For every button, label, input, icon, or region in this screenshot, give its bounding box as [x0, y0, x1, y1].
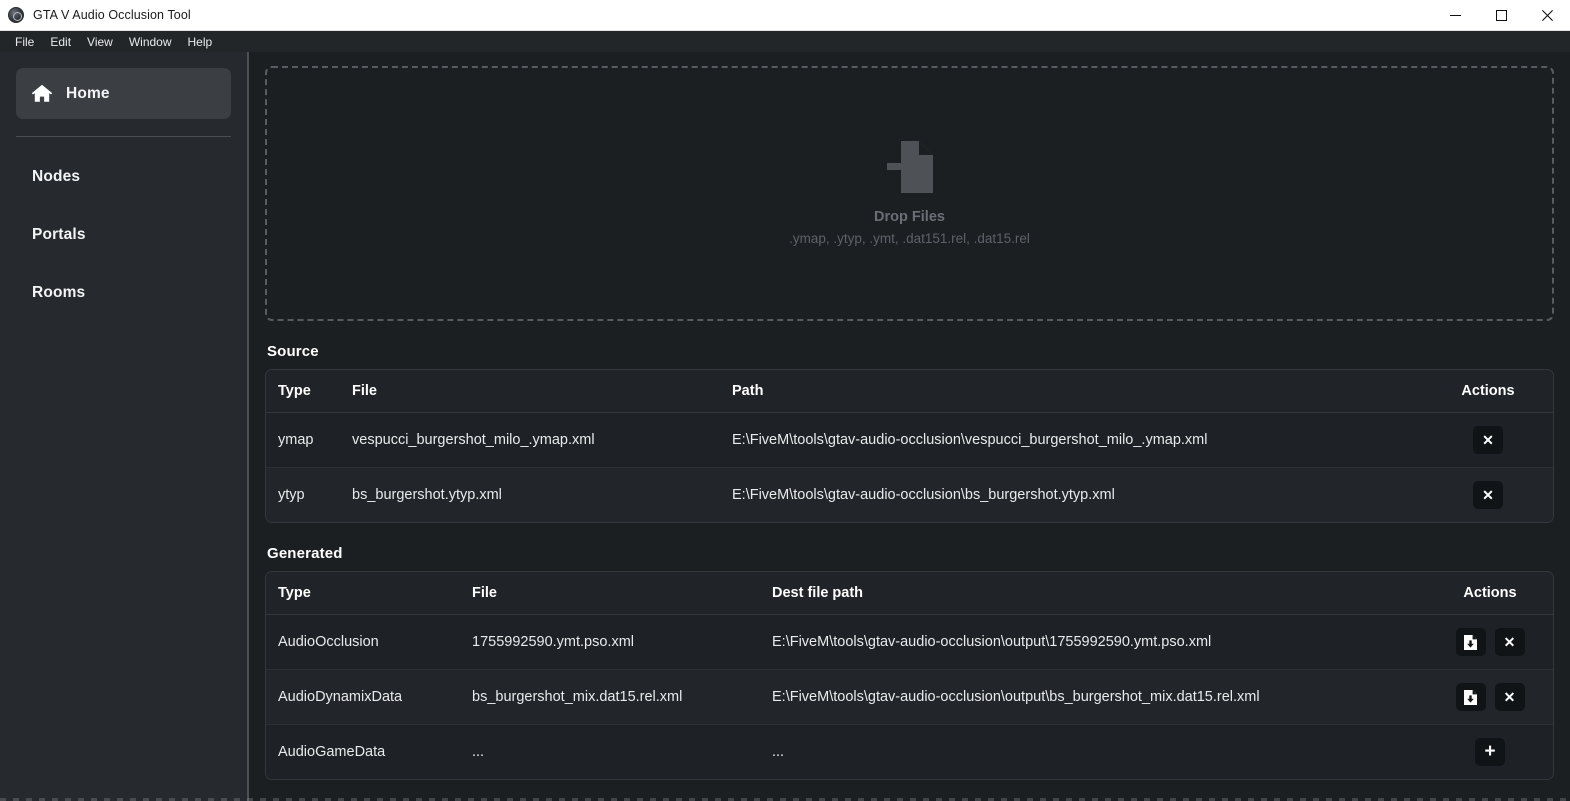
- sidebar-item-portals[interactable]: Portals: [16, 209, 231, 260]
- table-row: AudioDynamixData bs_burgershot_mix.dat15…: [266, 669, 1553, 725]
- sidebar: Home Nodes Portals Rooms: [0, 52, 249, 801]
- sidebar-item-nodes[interactable]: Nodes: [16, 151, 231, 202]
- generated-row-path: ...: [760, 724, 1427, 779]
- source-row-path: E:\FiveM\tools\gtav-audio-occlusion\bs_b…: [720, 467, 1423, 522]
- source-col-type: Type: [266, 370, 340, 413]
- generated-row-file: 1755992590.ymt.pso.xml: [460, 614, 760, 670]
- save-file-button[interactable]: [1455, 683, 1486, 711]
- source-row-actions: ✕: [1423, 412, 1553, 468]
- generated-section-title: Generated: [267, 545, 343, 562]
- close-x-icon: ✕: [1503, 634, 1516, 650]
- source-row-path: E:\FiveM\tools\gtav-audio-occlusion\vesp…: [720, 412, 1423, 468]
- generated-row-type: AudioDynamixData: [266, 669, 460, 725]
- action-group: ✕: [1439, 628, 1541, 656]
- generated-col-type: Type: [266, 572, 460, 615]
- close-button[interactable]: [1524, 0, 1570, 31]
- menu-file[interactable]: File: [7, 33, 42, 51]
- table-row: ytyp bs_burgershot.ytyp.xml E:\FiveM\too…: [266, 467, 1553, 522]
- file-download-icon: [1464, 634, 1477, 650]
- action-group: ✕: [1439, 683, 1541, 711]
- add-generated-button[interactable]: +: [1475, 738, 1505, 766]
- source-row-file: vespucci_burgershot_milo_.ymap.xml: [340, 412, 720, 468]
- generated-row-type: AudioGameData: [266, 724, 460, 779]
- close-x-icon: ✕: [1482, 487, 1494, 503]
- source-table-body: ymap vespucci_burgershot_milo_.ymap.xml …: [266, 412, 1553, 522]
- source-row-file: bs_burgershot.ytyp.xml: [340, 467, 720, 522]
- source-table-head: Type File Path Actions: [266, 370, 1553, 413]
- generated-row-file: bs_burgershot_mix.dat15.rel.xml: [460, 669, 760, 725]
- generated-row-type: AudioOcclusion: [266, 614, 460, 670]
- table-row: AudioGameData ... ... +: [266, 724, 1553, 779]
- home-icon: [32, 84, 52, 104]
- generated-row-actions: +: [1427, 724, 1553, 779]
- generated-row-actions: ✕: [1427, 669, 1553, 725]
- generated-row-path: E:\FiveM\tools\gtav-audio-occlusion\outp…: [760, 669, 1427, 725]
- close-x-icon: ✕: [1482, 432, 1494, 448]
- action-group: ✕: [1435, 481, 1541, 509]
- sidebar-item-portals-label: Portals: [32, 225, 86, 243]
- menu-window[interactable]: Window: [121, 33, 180, 51]
- sidebar-divider: [16, 136, 231, 137]
- menu-edit[interactable]: Edit: [42, 33, 79, 51]
- generated-col-file: File: [460, 572, 760, 615]
- dropzone-subtitle: .ymap, .ytyp, .ymt, .dat151.rel, .dat15.…: [789, 231, 1030, 246]
- sidebar-item-rooms[interactable]: Rooms: [16, 267, 231, 318]
- generated-row-actions: ✕: [1427, 614, 1553, 670]
- source-col-path: Path: [720, 370, 1423, 413]
- window-title: GTA V Audio Occlusion Tool: [33, 8, 191, 22]
- source-table: Type File Path Actions ymap vespucci_bur…: [266, 370, 1553, 522]
- sidebar-item-home[interactable]: Home: [16, 68, 231, 119]
- application-body: Home Nodes Portals Rooms Drop Files .yma…: [0, 52, 1570, 801]
- window-controls: [1432, 0, 1570, 31]
- sidebar-item-rooms-label: Rooms: [32, 283, 86, 301]
- generated-table-container: Type File Dest file path Actions AudioOc…: [265, 571, 1554, 780]
- generated-table: Type File Dest file path Actions AudioOc…: [266, 572, 1553, 779]
- generated-col-dest-path: Dest file path: [760, 572, 1427, 615]
- source-section-title: Source: [267, 343, 319, 360]
- remove-source-button[interactable]: ✕: [1473, 426, 1503, 454]
- plus-icon: +: [1484, 740, 1496, 762]
- source-header-row: Type File Path Actions: [266, 370, 1553, 413]
- remove-generated-button[interactable]: ✕: [1494, 683, 1525, 711]
- source-col-actions: Actions: [1423, 370, 1553, 413]
- file-import-icon: [886, 141, 933, 193]
- menu-view[interactable]: View: [79, 33, 121, 51]
- generated-row-file: ...: [460, 724, 760, 779]
- generated-header-row: Type File Dest file path Actions: [266, 572, 1553, 615]
- maximize-button[interactable]: [1478, 0, 1524, 31]
- generated-col-actions: Actions: [1427, 572, 1553, 615]
- remove-generated-button[interactable]: ✕: [1494, 628, 1525, 656]
- save-file-button[interactable]: [1455, 628, 1486, 656]
- close-x-icon: ✕: [1503, 689, 1516, 705]
- remove-source-button[interactable]: ✕: [1473, 481, 1503, 509]
- generated-table-head: Type File Dest file path Actions: [266, 572, 1553, 615]
- app-logo-icon: [8, 7, 24, 23]
- file-download-icon: [1464, 689, 1477, 705]
- menu-bar: File Edit View Window Help: [0, 31, 1570, 52]
- source-table-container: Type File Path Actions ymap vespucci_bur…: [265, 369, 1554, 523]
- menu-help[interactable]: Help: [180, 33, 221, 51]
- table-row: ymap vespucci_burgershot_milo_.ymap.xml …: [266, 412, 1553, 468]
- title-bar: GTA V Audio Occlusion Tool: [0, 0, 1570, 31]
- title-bar-left: GTA V Audio Occlusion Tool: [0, 7, 191, 23]
- source-row-type: ymap: [266, 412, 340, 468]
- application-window: GTA V Audio Occlusion Tool File Edit Vie…: [0, 0, 1570, 801]
- sidebar-item-home-label: Home: [66, 84, 110, 102]
- main-content: Drop Files .ymap, .ytyp, .ymt, .dat151.r…: [249, 52, 1570, 801]
- file-dropzone[interactable]: Drop Files .ymap, .ytyp, .ymt, .dat151.r…: [265, 66, 1554, 321]
- table-row: AudioOcclusion 1755992590.ymt.pso.xml E:…: [266, 614, 1553, 670]
- source-row-type: ytyp: [266, 467, 340, 522]
- source-col-file: File: [340, 370, 720, 413]
- action-group: +: [1439, 738, 1541, 766]
- source-row-actions: ✕: [1423, 467, 1553, 522]
- action-group: ✕: [1435, 426, 1541, 454]
- generated-row-path: E:\FiveM\tools\gtav-audio-occlusion\outp…: [760, 614, 1427, 670]
- sidebar-nav-list: Nodes Portals Rooms: [16, 151, 231, 325]
- generated-table-body: AudioOcclusion 1755992590.ymt.pso.xml E:…: [266, 614, 1553, 779]
- dropzone-title: Drop Files: [874, 209, 945, 225]
- minimize-button[interactable]: [1432, 0, 1478, 31]
- sidebar-item-nodes-label: Nodes: [32, 167, 81, 185]
